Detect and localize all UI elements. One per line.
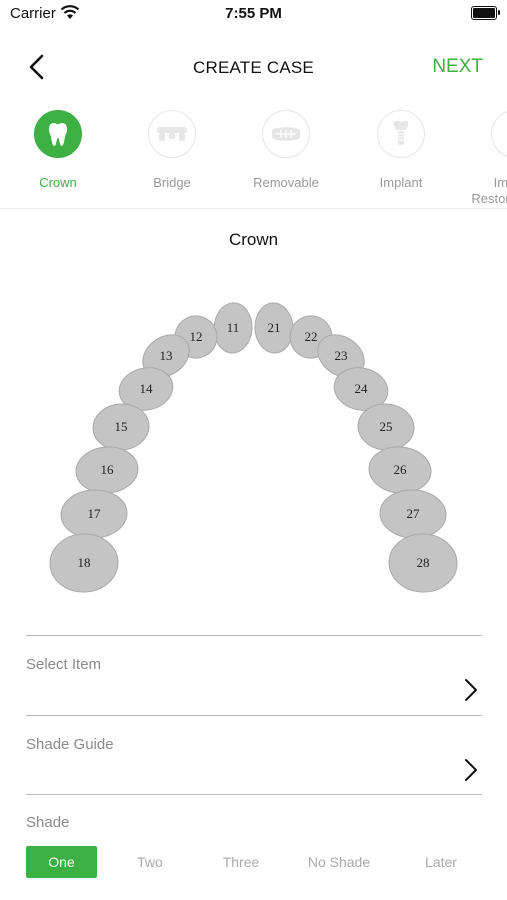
shade-option-one[interactable]: One — [26, 846, 97, 878]
shade-option-two[interactable]: Two — [112, 846, 188, 878]
shade-label: Shade — [26, 814, 70, 831]
tooth-17[interactable]: 17 — [60, 488, 128, 539]
section-title: Crown — [228, 230, 279, 249]
tooth-icon — [34, 110, 82, 158]
page-title: CREATE CASE — [193, 58, 314, 77]
select-item-row[interactable]: Select Item — [26, 635, 482, 716]
tooth-21[interactable]: 21 — [254, 302, 295, 354]
implant-icon — [377, 110, 425, 158]
category-implant[interactable]: Implant — [351, 110, 451, 191]
chevron-right-icon[interactable] — [464, 678, 478, 707]
tooth-11[interactable]: 11 — [213, 302, 254, 354]
tooth-number: 23 — [335, 348, 348, 363]
navigation-bar: CREATE CASE NEXT — [0, 40, 507, 96]
tooth-number: 15 — [115, 419, 128, 434]
tooth-number: 13 — [160, 348, 173, 363]
shade-selector: One Two Three No Shade Later — [26, 846, 482, 878]
tooth-number: 18 — [78, 555, 91, 570]
tooth-27[interactable]: 27 — [379, 488, 447, 539]
dental-chart: 11 12 13 14 15 16 17 18 21 22 23 24 25 26 27 28 — [49, 302, 459, 593]
tooth-16[interactable]: 16 — [74, 444, 140, 495]
category-implant-restoration-label: Implant Restoration T... — [471, 175, 507, 206]
tooth-number: 26 — [394, 462, 408, 477]
category-crown-label: Crown — [39, 175, 77, 190]
tooth-number: 25 — [380, 419, 393, 434]
next-button[interactable]: NEXT — [432, 56, 483, 78]
shade-guide-label: Shade Guide — [26, 736, 114, 753]
chevron-right-icon[interactable] — [464, 758, 478, 787]
battery-icon — [471, 6, 500, 20]
tooth-number: 24 — [355, 381, 369, 396]
category-bridge[interactable]: Bridge — [122, 110, 222, 191]
category-crown[interactable]: Crown — [8, 110, 108, 191]
shade-guide-row[interactable]: Shade Guide — [26, 715, 482, 796]
tooth-number: 27 — [407, 506, 421, 521]
tooth-number: 12 — [190, 329, 203, 344]
shade-option-later[interactable]: Later — [396, 846, 486, 878]
shade-option-three[interactable]: Three — [202, 846, 280, 878]
tooth-number: 11 — [227, 320, 240, 335]
bridge-icon — [148, 110, 196, 158]
tooth-26[interactable]: 26 — [367, 444, 433, 495]
category-removable[interactable]: Removable — [236, 110, 336, 191]
tooth-number: 28 — [417, 555, 430, 570]
category-bridge-label: Bridge — [153, 175, 191, 190]
implant-restoration-icon — [491, 110, 507, 158]
select-item-label: Select Item — [26, 656, 102, 673]
shade-option-no-shade[interactable]: No Shade — [294, 846, 384, 878]
tooth-number: 22 — [305, 329, 318, 344]
tooth-number: 21 — [268, 320, 281, 335]
clock: 7:55 PM — [225, 5, 282, 22]
category-implant-restoration[interactable]: Implant Restoration T... — [465, 110, 507, 207]
tooth-28[interactable]: 28 — [388, 532, 459, 593]
tooth-number: 17 — [88, 506, 102, 521]
tooth-number: 16 — [101, 462, 115, 477]
status-bar: Carrier 7:55 PM — [0, 0, 507, 28]
removable-icon — [262, 110, 310, 158]
tooth-number: 14 — [140, 381, 154, 396]
category-implant-label: Implant — [379, 175, 423, 190]
tooth-18[interactable]: 18 — [49, 532, 120, 593]
divider — [26, 794, 482, 795]
category-removable-label: Removable — [253, 175, 319, 190]
category-selector: Crown Bridge Removable Implant Implant R… — [0, 100, 507, 209]
